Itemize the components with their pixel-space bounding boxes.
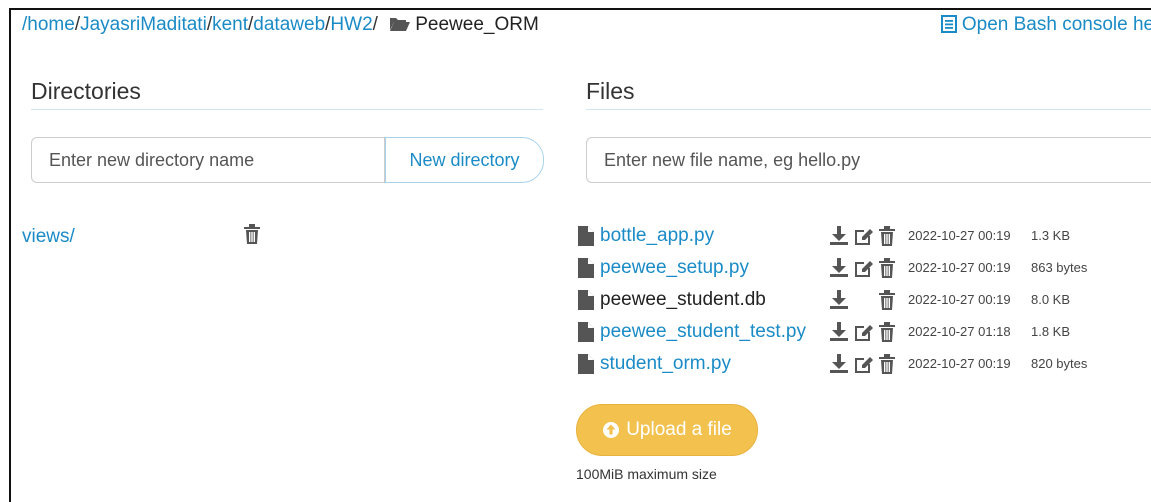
file-row: peewee_student.db 2022-10-27 00:19 8.0 K… — [576, 287, 1136, 319]
edit-icon[interactable] — [854, 322, 874, 347]
upload-file-button[interactable]: Upload a file — [576, 404, 758, 456]
file-icon — [578, 354, 594, 379]
breadcrumb-kent[interactable]: kent — [212, 14, 248, 35]
file-link[interactable]: peewee_setup.py — [600, 257, 749, 279]
file-name: peewee_student.db — [600, 289, 766, 310]
file-size: 1.3 KB — [1031, 228, 1071, 243]
download-icon[interactable] — [830, 322, 848, 347]
directories-divider — [31, 109, 543, 110]
breadcrumb-user[interactable]: JayasriMaditati — [80, 14, 207, 35]
file-icon — [578, 258, 594, 283]
delete-file-icon[interactable] — [879, 354, 895, 379]
file-link[interactable]: peewee_student_test.py — [600, 321, 806, 343]
file-size: 1.8 KB — [1031, 324, 1071, 339]
directory-link-views[interactable]: views/ — [22, 226, 75, 247]
file-row: student_orm.py 2022-10-27 00:19 820 byte… — [576, 351, 1136, 383]
file-size: 863 bytes — [1031, 260, 1088, 275]
files-title: Files — [586, 78, 635, 104]
directories-title: Directories — [31, 78, 141, 104]
upload-button-label: Upload a file — [626, 419, 732, 440]
file-link[interactable]: student_orm.py — [600, 353, 731, 375]
download-icon[interactable] — [830, 354, 848, 379]
file-list: bottle_app.py 2022-10-27 00:19 1.3 KB pe… — [576, 223, 1136, 383]
new-directory-input[interactable] — [31, 137, 385, 183]
console-icon — [940, 15, 957, 33]
new-directory-form: New directory — [31, 137, 544, 183]
current-directory: Peewee_ORM — [415, 14, 539, 35]
file-icon — [578, 322, 594, 347]
file-size: 820 bytes — [1031, 356, 1088, 371]
bash-link-label: Open Bash console here — [961, 14, 1151, 35]
download-icon[interactable] — [830, 290, 848, 315]
delete-file-icon[interactable] — [879, 322, 895, 347]
new-file-input[interactable] — [586, 137, 1151, 183]
breadcrumb-hw2[interactable]: HW2 — [330, 14, 372, 35]
file-modified: 2022-10-27 00:19 — [908, 292, 1011, 307]
file-link[interactable]: bottle_app.py — [600, 225, 714, 247]
delete-file-icon[interactable] — [879, 258, 895, 283]
folder-open-icon — [389, 16, 411, 38]
file-modified: 2022-10-27 00:19 — [908, 356, 1011, 371]
breadcrumb-home[interactable]: /home — [22, 14, 75, 35]
directory-item: views/ — [22, 224, 262, 250]
delete-file-icon[interactable] — [879, 226, 895, 251]
upload-size-note: 100MiB maximum size — [576, 466, 717, 482]
files-divider — [586, 109, 1151, 110]
file-row: peewee_student_test.py 2022-10-27 01:18 … — [576, 319, 1136, 351]
file-size: 8.0 KB — [1031, 292, 1071, 307]
edit-icon[interactable] — [854, 354, 874, 379]
breadcrumb-dataweb[interactable]: dataweb — [253, 14, 325, 35]
delete-file-icon[interactable] — [879, 290, 895, 315]
file-modified: 2022-10-27 01:18 — [908, 324, 1011, 339]
upload-circle-icon — [603, 422, 620, 438]
new-directory-button[interactable]: New directory — [385, 137, 544, 183]
delete-directory-icon[interactable] — [244, 224, 260, 249]
file-icon — [578, 226, 594, 251]
new-file-form — [586, 137, 1151, 183]
edit-icon[interactable] — [854, 258, 874, 283]
breadcrumb: /home/JayasriMaditati/kent/dataweb/HW2/ … — [22, 14, 539, 38]
file-modified: 2022-10-27 00:19 — [908, 260, 1011, 275]
download-icon[interactable] — [830, 258, 848, 283]
file-row: bottle_app.py 2022-10-27 00:19 1.3 KB — [576, 223, 1136, 255]
edit-icon[interactable] — [854, 226, 874, 251]
download-icon[interactable] — [830, 226, 848, 251]
file-modified: 2022-10-27 00:19 — [908, 228, 1011, 243]
file-icon — [578, 290, 594, 315]
file-row: peewee_setup.py 2022-10-27 00:19 863 byt… — [576, 255, 1136, 287]
open-bash-console-link[interactable]: Open Bash console here — [940, 14, 1151, 36]
